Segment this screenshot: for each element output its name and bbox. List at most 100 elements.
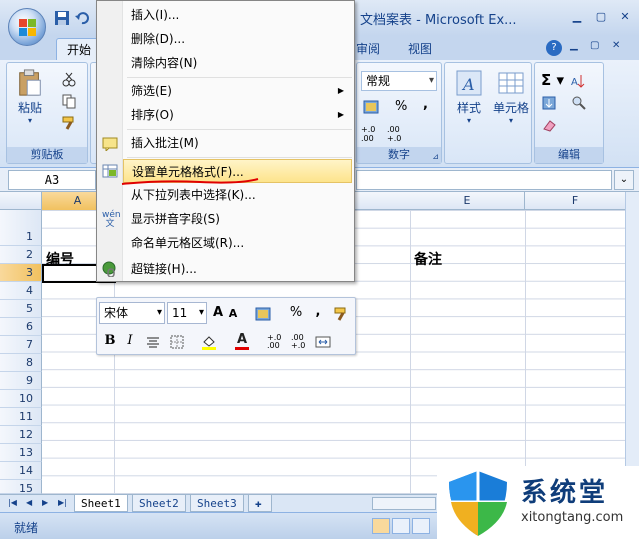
prev-sheet-nav-icon[interactable]: ◀ (26, 498, 32, 507)
fill-color-icon[interactable] (201, 334, 217, 350)
merge-center-icon[interactable] (315, 334, 331, 350)
phonetic-icon: wén 文 (102, 210, 121, 229)
insert-sheet-icon[interactable]: ✚ (248, 495, 272, 512)
menu-item-insert[interactable]: 插入(I)... (123, 3, 352, 27)
menu-item-hyperlink[interactable]: 超链接(H)... (123, 257, 352, 281)
row-header-12[interactable]: 12 (0, 426, 42, 444)
office-button[interactable] (8, 8, 46, 46)
row-header-1[interactable]: 1 (0, 210, 42, 246)
mini-decrease-decimal-button[interactable]: .00 +.0 (291, 334, 313, 350)
row-header-9[interactable]: 9 (0, 372, 42, 390)
vertical-scrollbar[interactable] (625, 192, 639, 494)
cells-button[interactable]: 单元格 ▾ (491, 69, 531, 125)
row-header-10[interactable]: 10 (0, 390, 42, 408)
mini-comma-button[interactable]: , (313, 302, 323, 322)
paste-icon (19, 69, 41, 96)
row-header-13[interactable]: 13 (0, 444, 42, 462)
ribbon-close-icon[interactable]: ✕ (612, 40, 620, 51)
next-sheet-nav-icon[interactable]: ▶ (42, 498, 48, 507)
mini-size-combo[interactable]: 11 (167, 302, 207, 324)
row-header-5[interactable]: 5 (0, 300, 42, 318)
row-header-14[interactable]: 14 (0, 462, 42, 480)
menu-item-insert-comment[interactable]: 插入批注(M) (123, 131, 352, 155)
minimize-button[interactable]: ▁ (567, 8, 587, 26)
find-select-icon[interactable] (571, 95, 587, 111)
copy-icon[interactable] (61, 93, 77, 109)
cut-icon[interactable] (61, 71, 77, 87)
menu-item-clear-contents[interactable]: 清除内容(N) (123, 51, 352, 75)
page-layout-view-icon[interactable] (392, 518, 410, 534)
shrink-font-button[interactable]: A (227, 304, 239, 324)
comma-button[interactable]: , (423, 97, 428, 112)
fill-icon[interactable] (541, 95, 557, 111)
mini-toolbar: 宋体 11 A A % , B I A +.0 .00 .00 +.0 (96, 297, 356, 355)
ribbon-restore-icon[interactable]: ▢ (590, 40, 599, 51)
row-header-15[interactable]: 15 (0, 480, 42, 494)
expand-formula-bar-button[interactable]: ⌄ (614, 170, 634, 190)
sheet-tab-1[interactable]: Sheet1 (74, 495, 128, 512)
menu-item-delete[interactable]: 删除(D)... (123, 27, 352, 51)
horizontal-scrollbar[interactable] (372, 497, 436, 510)
format-painter-icon[interactable] (61, 115, 77, 131)
italic-button[interactable]: I (123, 331, 137, 351)
first-sheet-nav-icon[interactable]: |◀ (8, 498, 17, 507)
sort-filter-icon[interactable]: A (571, 73, 587, 89)
grow-font-button[interactable]: A (211, 303, 225, 323)
office-logo-icon (19, 19, 37, 37)
menu-item-sort[interactable]: 排序(O) ▶ (123, 103, 352, 127)
svg-text:A: A (461, 75, 475, 94)
styles-button[interactable]: A 样式 ▾ (449, 69, 489, 125)
font-color-button[interactable]: A (235, 330, 249, 350)
menu-item-name-range[interactable]: 命名单元格区域(R)... (123, 231, 352, 255)
gridline (410, 210, 411, 494)
name-box[interactable]: A3 (8, 170, 96, 190)
accounting-format-icon[interactable] (363, 99, 379, 115)
undo-icon[interactable] (74, 10, 90, 26)
row-header-6[interactable]: 6 (0, 318, 42, 336)
quick-access-toolbar (54, 10, 90, 28)
decrease-decimal-button[interactable]: .00 +.0 (387, 125, 411, 143)
percent-button[interactable]: % (395, 99, 407, 114)
menu-item-filter[interactable]: 筛选(E) ▶ (123, 79, 352, 103)
close-button[interactable]: ✕ (615, 8, 635, 26)
status-ready: 就绪 (14, 521, 39, 535)
row-header-4[interactable]: 4 (0, 282, 42, 300)
bold-button[interactable]: B (103, 331, 117, 351)
mini-percent-button[interactable]: % (289, 303, 303, 323)
sheet-tab-2[interactable]: Sheet2 (132, 495, 186, 512)
page-break-view-icon[interactable] (412, 518, 430, 534)
submenu-arrow-icon: ▶ (337, 110, 344, 119)
save-icon[interactable] (54, 10, 70, 26)
clear-icon[interactable] (541, 117, 557, 133)
last-sheet-nav-icon[interactable]: ▶| (58, 498, 67, 507)
help-icon[interactable]: ? (546, 40, 562, 56)
cell-e2[interactable]: 备注 (414, 249, 442, 269)
column-header-f[interactable]: F (525, 192, 626, 210)
align-center-icon[interactable] (145, 334, 161, 350)
maximize-button[interactable]: ▢ (591, 8, 611, 26)
tab-view[interactable]: 视图 (398, 38, 442, 60)
clipboard-group-label: 剪贴板 (7, 147, 87, 163)
column-header-e[interactable]: E (410, 192, 525, 210)
format-painter-icon[interactable] (333, 306, 349, 322)
mini-increase-decimal-button[interactable]: +.0 .00 (267, 334, 289, 350)
mini-font-combo[interactable]: 宋体 (99, 302, 165, 324)
dialog-launcher-icon[interactable]: ⊿ (432, 152, 439, 161)
paste-button[interactable]: 粘贴 ▾ (13, 69, 47, 125)
sheet-tab-3[interactable]: Sheet3 (190, 495, 244, 512)
accounting-format-icon[interactable] (255, 306, 271, 322)
row-header-11[interactable]: 11 (0, 408, 42, 426)
autosum-icon[interactable]: Σ ▾ (541, 71, 564, 89)
select-all-corner[interactable] (0, 192, 42, 210)
number-format-combo[interactable]: 常规 (361, 71, 437, 91)
formula-input[interactable] (356, 170, 612, 190)
increase-decimal-button[interactable]: +.0 .00 (361, 125, 385, 143)
row-header-8[interactable]: 8 (0, 354, 42, 372)
row-header-3[interactable]: 3 (0, 264, 42, 282)
row-header-7[interactable]: 7 (0, 336, 42, 354)
ribbon-minimize-icon[interactable]: ▁ (570, 40, 578, 51)
menu-item-show-phonetic[interactable]: 显示拼音字段(S) (123, 207, 352, 231)
borders-icon[interactable] (169, 334, 185, 350)
normal-view-icon[interactable] (372, 518, 390, 534)
row-header-2[interactable]: 2 (0, 246, 42, 264)
